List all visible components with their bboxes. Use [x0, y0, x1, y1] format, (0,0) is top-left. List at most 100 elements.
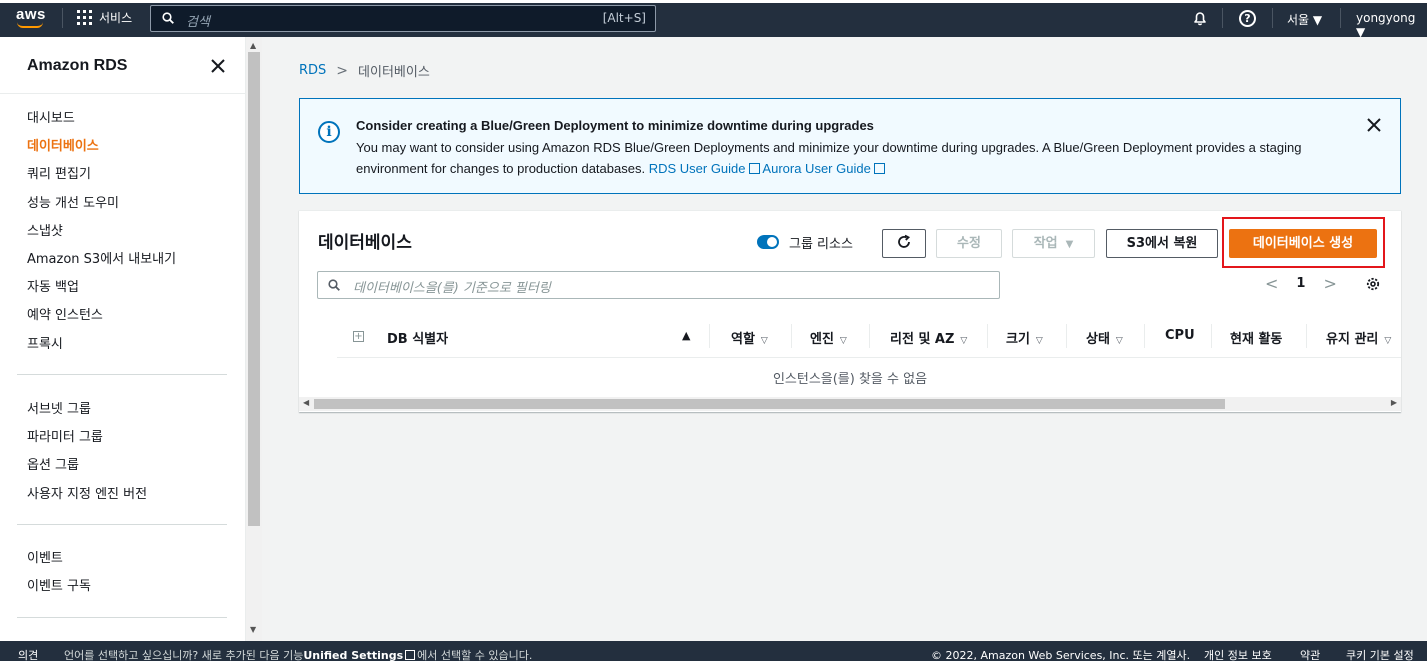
sidebar-item[interactable]: 성능 개선 도우미 [27, 192, 119, 211]
refresh-icon [898, 234, 911, 248]
column-divider [1144, 324, 1145, 348]
column-engine[interactable]: 엔진 ▽ [810, 328, 847, 347]
nav-divider [1272, 8, 1273, 28]
filter-databases-input[interactable]: 데이터베이스을(를) 기준으로 필터링 [317, 271, 1000, 299]
column-current-activity[interactable]: 현재 활동 [1230, 328, 1282, 347]
aws-smile-icon [17, 22, 43, 28]
sidebar-item[interactable]: 파라미터 그룹 [27, 426, 103, 445]
column-region-az[interactable]: 리전 및 AZ ▽ [890, 328, 967, 347]
search-icon [328, 279, 340, 291]
cookie-preferences-link[interactable]: 쿠키 기본 설정 [1346, 647, 1414, 661]
column-size[interactable]: 크기 ▽ [1006, 328, 1043, 347]
restore-from-s3-button[interactable]: S3에서 복원 [1106, 229, 1218, 258]
modify-button[interactable]: 수정 [936, 229, 1002, 258]
column-divider [791, 324, 792, 348]
sidebar-item[interactable]: 대시보드 [27, 107, 75, 126]
sidebar-item[interactable]: 쿼리 편집기 [27, 163, 91, 182]
column-maintenance[interactable]: 유지 관리 ▽ [1326, 328, 1391, 347]
copyright-text: © 2022, Amazon Web Services, Inc. 또는 계열사… [931, 649, 1191, 661]
sidebar-divider [17, 374, 227, 375]
search-icon [162, 12, 174, 24]
column-status[interactable]: 상태 ▽ [1086, 328, 1123, 347]
close-icon[interactable] [209, 57, 227, 75]
breadcrumb-rds-link[interactable]: RDS [299, 63, 326, 78]
databases-panel: 데이터베이스 그룹 리소스 수정 작업 ▼ S3에서 복원 데이터베이스 생성 데… [299, 210, 1401, 412]
external-link-icon [405, 650, 416, 660]
breadcrumb: RDS > 데이터베이스 [299, 61, 430, 81]
column-divider [987, 324, 988, 348]
chevron-right-icon: > [336, 62, 349, 79]
sidebar-item[interactable]: 서브넷 그룹 [27, 398, 91, 417]
nav-divider [1222, 8, 1223, 28]
sidebar-item[interactable]: 이벤트 [27, 547, 63, 566]
column-role[interactable]: 역할 ▽ [731, 328, 768, 347]
page-number[interactable]: 1 [1296, 276, 1305, 291]
sidebar-item[interactable]: 옵션 그룹 [27, 454, 79, 473]
region-selector[interactable]: 서울 ▼ [1287, 11, 1322, 28]
scroll-left-icon[interactable]: ◀ [303, 398, 309, 407]
help-icon[interactable]: ? [1239, 10, 1256, 27]
sidebar-item[interactable]: Amazon S3에서 내보내기 [27, 248, 176, 267]
sidebar-item[interactable]: 사용자 지정 엔진 버전 [27, 483, 147, 502]
sort-icon: ▽ [1115, 336, 1123, 346]
next-page-icon[interactable]: > [1323, 274, 1336, 293]
sidebar-item[interactable]: 스냅샷 [27, 220, 63, 239]
user-menu[interactable]: yongyong ▼ [1356, 11, 1427, 39]
column-cpu[interactable]: CPU [1165, 328, 1195, 343]
sidebar-divider [17, 524, 227, 525]
unified-settings-link[interactable]: Unified Settings [303, 649, 403, 661]
scrollbar-thumb[interactable] [248, 52, 260, 526]
user-label: yongyong [1356, 11, 1416, 25]
column-db-identifier[interactable]: DB 식별자 [387, 328, 448, 347]
external-link-icon [748, 163, 760, 174]
expand-all-icon[interactable]: + [353, 331, 364, 342]
scroll-right-icon[interactable]: ▶ [1391, 398, 1397, 407]
column-divider [869, 324, 870, 348]
blue-green-info-alert: i Consider creating a Blue/Green Deploym… [299, 98, 1401, 194]
privacy-link[interactable]: 개인 정보 보호 [1204, 647, 1272, 661]
group-resources-toggle[interactable] [757, 235, 779, 249]
sidebar-item[interactable]: 프록시 [27, 333, 63, 352]
scroll-up-icon[interactable]: ▲ [250, 41, 256, 50]
aws-logo-text: aws [16, 6, 46, 23]
empty-table-message: 인스턴스을(를) 찾을 수 없음 [772, 372, 928, 387]
bell-icon[interactable] [1192, 10, 1208, 26]
sort-icon: ▽ [960, 336, 968, 346]
info-icon: i [318, 121, 340, 143]
terms-link[interactable]: 약관 [1300, 647, 1320, 661]
aws-logo[interactable]: aws [14, 6, 48, 30]
sidebar-item[interactable]: 예약 인스턴스 [27, 304, 103, 323]
sidebar-item[interactable]: 이벤트 구독 [27, 575, 91, 594]
group-resources-label: 그룹 리소스 [789, 237, 853, 252]
search-placeholder: 검색 [186, 15, 210, 30]
search-input[interactable]: 검색 [Alt+S] [150, 5, 656, 32]
aurora-user-guide-link[interactable]: Aurora User Guide [762, 161, 885, 176]
external-link-icon [873, 163, 885, 174]
feedback-link[interactable]: 의견 [18, 647, 38, 661]
prev-page-icon[interactable]: < [1265, 274, 1278, 293]
sidebar-scrollbar[interactable]: ▲ ▼ [246, 37, 262, 641]
actions-dropdown[interactable]: 작업 ▼ [1012, 229, 1095, 258]
filter-placeholder: 데이터베이스을(를) 기준으로 필터링 [353, 281, 551, 296]
gear-icon[interactable] [1365, 276, 1381, 292]
close-alert-icon[interactable] [1366, 117, 1382, 133]
caret-down-icon: ▼ [1065, 239, 1074, 250]
grid-icon [77, 10, 92, 25]
sidebar-item[interactable]: 자동 백업 [27, 276, 79, 295]
services-menu-button[interactable]: 서비스 [77, 9, 132, 26]
caret-down-icon: ▼ [1312, 13, 1323, 27]
sort-ascending-icon[interactable]: ▲ [682, 329, 690, 342]
table-header: + DB 식별자 ▲ 역할 ▽ 엔진 ▽ 리전 및 AZ ▽ 크기 ▽ 상태 ▽ CPU … [337, 314, 1401, 358]
sidebar-separator [0, 93, 246, 94]
sidebar-item[interactable]: 데이터베이스 [27, 135, 99, 154]
scrollbar-thumb[interactable] [314, 399, 1225, 409]
sidebar: Amazon RDS 대시보드데이터베이스쿼리 편집기성능 개선 도우미스냅샷 A… [0, 37, 246, 641]
refresh-button[interactable] [882, 229, 926, 258]
sidebar-title: Amazon RDS [27, 57, 128, 74]
table-horizontal-scrollbar[interactable]: ◀ ▶ [299, 397, 1401, 411]
rds-user-guide-link[interactable]: RDS User Guide [649, 161, 760, 176]
scroll-down-icon[interactable]: ▼ [250, 625, 256, 634]
nav-divider [1340, 8, 1341, 28]
column-divider [1066, 324, 1067, 348]
sidebar-divider [17, 617, 227, 618]
